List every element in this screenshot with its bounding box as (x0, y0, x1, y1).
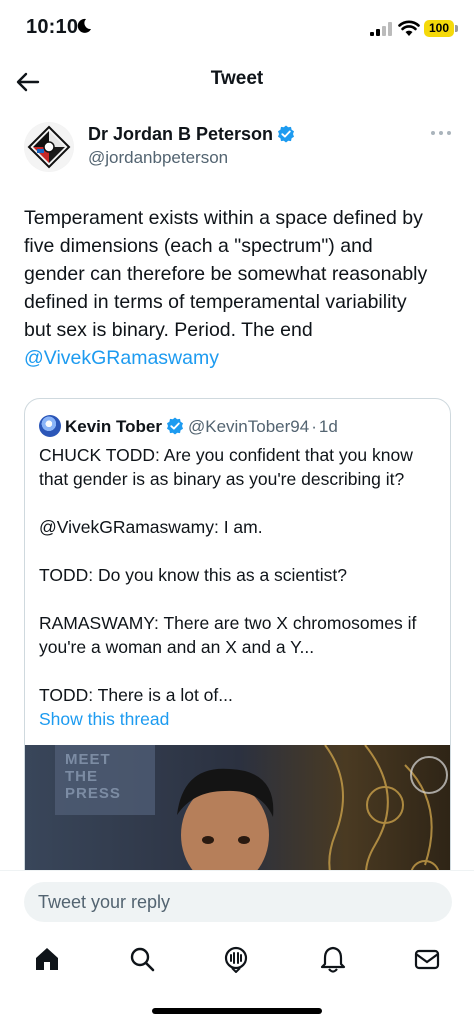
bottom-tab-bar (0, 935, 474, 985)
author-name-text: Dr Jordan B Peterson (88, 124, 274, 144)
moon-icon (77, 18, 91, 33)
tweet-line: Temperament exists within a space define… (24, 207, 423, 229)
quote-tweet-card[interactable]: Kevin Tober @KevinTober94 · 1d CHUCK TODD:… (24, 398, 451, 918)
status-bar: 10:10 100 (0, 0, 474, 56)
notifications-icon[interactable] (319, 945, 347, 973)
spaces-icon[interactable] (222, 945, 250, 973)
battery-tip (455, 25, 458, 32)
home-indicator (152, 1008, 322, 1014)
verified-badge-icon (278, 125, 295, 143)
status-time: 10:10 (26, 16, 79, 38)
page-title: Tweet (210, 68, 264, 89)
quote-line: RAMASWAMY: There are two X chromosomes i… (39, 613, 417, 633)
tweet-text: Temperament exists within a space define… (24, 204, 454, 372)
tweet-line: but sex is binary. Period. The end (24, 319, 313, 341)
avatar[interactable] (24, 122, 74, 172)
reply-input[interactable]: Tweet your reply (24, 882, 452, 922)
tweet-author[interactable]: Dr Jordan B Peterson @jordanbpeterson (24, 120, 454, 176)
quote-author-handle: @KevinTober94 (187, 417, 310, 436)
home-icon[interactable] (33, 945, 61, 973)
tweet-line: gender can therefore be somewhat reasona… (24, 263, 428, 285)
messages-icon[interactable] (413, 945, 441, 973)
quote-line: that gender is as binary as you're descr… (39, 469, 405, 489)
battery-indicator: 100 (424, 20, 454, 37)
show-thread-link[interactable]: Show this thread (39, 709, 169, 730)
wifi-icon (398, 20, 420, 36)
tweet-line: defined in terms of temperamental variab… (24, 291, 407, 313)
tweet-line: five dimensions (each a "spectrum") and (24, 235, 373, 257)
quote-avatar[interactable] (39, 415, 61, 437)
author-name[interactable]: Dr Jordan B Peterson (88, 124, 295, 145)
quote-timestamp: 1d (318, 417, 338, 436)
author-avatar-icon (25, 123, 73, 171)
quote-author-name[interactable]: Kevin Tober (65, 417, 162, 436)
quote-line: TODD: Do you know this as a scientist? (39, 565, 347, 585)
reply-bar: Tweet your reply (0, 870, 474, 930)
quote-line: @VivekGRamaswamy: I am. (39, 517, 263, 537)
quote-header: Kevin Tober @KevinTober94 · 1d (39, 415, 338, 437)
separator-dot: · (311, 417, 317, 436)
author-handle[interactable]: @jordanbpeterson (88, 148, 228, 168)
video-sign-text: MEET THE PRESS (65, 751, 121, 802)
mention-link[interactable]: @VivekGRamaswamy (24, 344, 454, 372)
search-icon[interactable] (128, 945, 156, 973)
more-options-icon[interactable] (430, 128, 452, 138)
quote-line: you're a woman and an X and a Y... (39, 637, 315, 657)
quote-text: CHUCK TODD: Are you confident that you k… (39, 443, 439, 707)
verified-badge-icon (166, 417, 183, 435)
quote-line: TODD: There is a lot of... (39, 685, 233, 705)
nav-header: Tweet (0, 56, 474, 106)
cellular-signal-icon (370, 22, 392, 36)
quote-line: CHUCK TODD: Are you confident that you k… (39, 445, 413, 465)
